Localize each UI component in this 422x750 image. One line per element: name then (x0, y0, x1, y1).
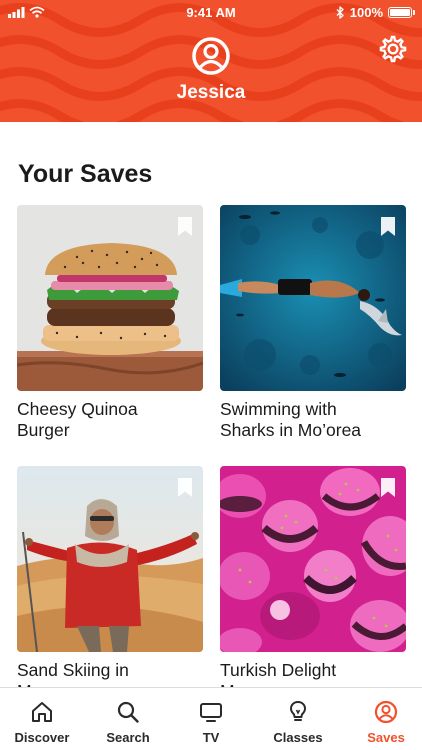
saved-card[interactable]: Cheesy Quinoa Burger (17, 205, 203, 441)
bluetooth-icon (336, 6, 344, 19)
swimmer-image (220, 205, 406, 391)
card-title-line: Swimming with (220, 399, 337, 419)
burger-image (17, 205, 203, 391)
tab-label: Classes (273, 730, 323, 745)
bookmark-icon[interactable] (380, 477, 396, 498)
bookmark-icon[interactable] (177, 477, 193, 498)
tab-classes[interactable]: Classes (256, 688, 340, 750)
card-title: Cheesy Quinoa Burger (17, 399, 203, 441)
card-title-line: Cheesy Quinoa (17, 399, 138, 419)
tab-discover[interactable]: Discover (0, 688, 84, 750)
tab-search[interactable]: Search (86, 688, 170, 750)
card-image (17, 205, 203, 391)
saved-card[interactable]: Swimming with Sharks in Mo’orea (220, 205, 406, 441)
saved-card[interactable]: Turkish Delight Macarons (220, 466, 406, 702)
tab-saves[interactable]: Saves (344, 688, 422, 750)
tab-tv[interactable]: TV (169, 688, 253, 750)
profile-icon (374, 700, 398, 724)
tab-label: Search (106, 730, 150, 745)
tab-label: Discover (14, 730, 70, 745)
profile-name: Jessica (176, 82, 246, 103)
card-image (220, 466, 406, 652)
battery-icon (388, 7, 415, 18)
profile-header: 9:41 AM 100% Jessica (0, 0, 422, 122)
desert-skier-image (17, 466, 203, 652)
card-image (17, 466, 203, 652)
tv-icon (200, 703, 222, 722)
settings-gear-icon[interactable] (379, 35, 407, 63)
bookmark-icon[interactable] (177, 216, 193, 237)
card-title-line: Turkish Delight (220, 660, 337, 680)
section-title: Your Saves (18, 160, 153, 188)
saved-card[interactable]: Sand Skiing in Morocco (17, 466, 203, 702)
lightbulb-icon (290, 701, 306, 721)
battery-percent: 100% (349, 5, 383, 20)
card-title-line: Sharks in Mo’orea (220, 420, 362, 440)
status-right: 100% (336, 5, 415, 20)
card-title: Swimming with Sharks in Mo’orea (220, 399, 406, 441)
profile-avatar-icon[interactable] (191, 36, 231, 76)
tab-label: Saves (367, 730, 405, 745)
search-icon (117, 701, 139, 723)
tab-label: TV (202, 730, 220, 745)
home-icon (32, 702, 52, 722)
card-image (220, 205, 406, 391)
bottom-tab-bar: Discover Search TV Classes Saves (0, 687, 422, 750)
macarons-image (220, 466, 406, 652)
card-title-line: Sand Skiing in (17, 660, 129, 680)
bookmark-icon[interactable] (380, 216, 396, 237)
card-title-line: Burger (17, 420, 70, 440)
status-bar: 9:41 AM 100% (0, 0, 422, 24)
